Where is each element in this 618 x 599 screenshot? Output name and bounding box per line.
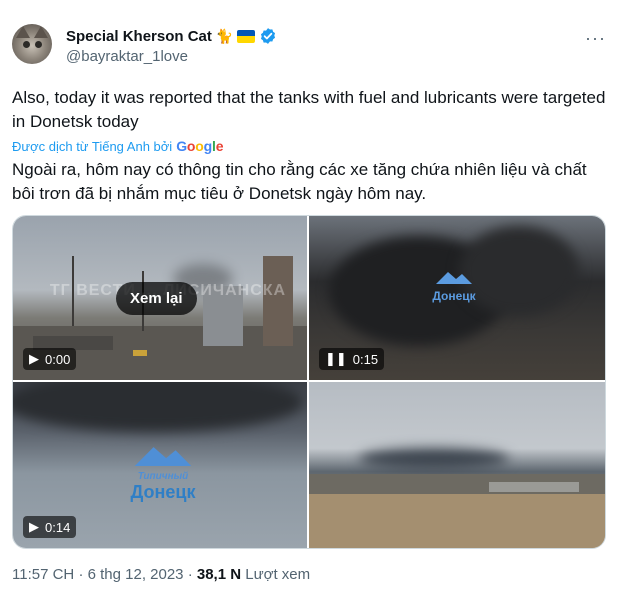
video-time: 0:00 [45,351,71,367]
video-control[interactable]: ▶ 0:14 [23,516,77,538]
tweet-text-original: Also, today it was reported that the tan… [12,88,606,131]
tweet-footer: 11:57 CH · 6 thg 12, 2023 · 38,1 N Lượt … [12,566,310,583]
avatar-eye [35,41,42,48]
views-label: Lượt xem [245,566,311,583]
tweet-text-translated: Ngoài ra, hôm nay có thông tin cho rằng … [12,160,587,203]
tweet-header: Special Kherson Cat 🐈 @bayraktar_1love ·… [12,24,606,74]
display-name[interactable]: Special Kherson Cat [66,28,212,45]
avatar[interactable] [12,24,52,64]
ukraine-flag-icon [237,29,256,43]
google-logo: Google [176,138,224,154]
video-control[interactable]: ❚❚ 0:15 [319,348,385,370]
watermark-subtext: Типичный [137,471,189,482]
views-count: 38,1 N [196,566,242,583]
media-image-4[interactable] [309,382,605,548]
replay-button[interactable]: Xem lại [116,282,197,315]
tweet-date[interactable]: 6 thg 12, 2023 [88,566,184,583]
tweet-time[interactable]: 11:57 CH [12,566,74,583]
donetsk-watermark: Донецк [419,270,489,303]
separator: · [78,566,84,583]
video-time: 0:15 [352,351,379,367]
watermark-text: Донецк [432,289,476,303]
mountain-logo-icon [436,272,472,284]
play-icon[interactable]: ▶ [29,519,39,535]
cat-emoji: 🐈 [215,27,234,44]
play-icon[interactable]: ▶ [29,351,39,367]
media-grid: ТГ ВЕСТИ ... ЛИСИЧАНСКА Xem lại ▶ 0:00 Д… [12,215,606,549]
smoke [13,382,303,432]
author-handle[interactable]: @bayraktar_1love [66,48,188,65]
avatar-eye [23,41,30,48]
donetsk-watermark: Типичный Донецк [113,444,213,503]
media-video-3[interactable]: Типичный Донецк ▶ 0:14 [13,382,307,548]
avatar-ear [16,26,30,38]
video-time: 0:14 [45,519,71,535]
avatar-ear [34,26,48,38]
media-video-1[interactable]: ТГ ВЕСТИ ... ЛИСИЧАНСКА Xem lại ▶ 0:00 [13,216,307,380]
translated-by-label[interactable]: Được dịch từ Tiếng Anh bởi [12,139,172,154]
translation-attribution[interactable]: Được dịch từ Tiếng Anh bởi Google [12,138,223,154]
media-video-2[interactable]: Донецк ❚❚ 0:15 [309,216,605,380]
more-options-icon[interactable]: ··· [585,28,606,49]
separator: · [187,566,193,583]
mountain-logo-icon [134,447,192,466]
watermark-text: Донецк [130,482,196,502]
field-scene [309,474,605,548]
pause-icon[interactable]: ❚❚ [325,351,347,367]
author-name-row[interactable]: Special Kherson Cat 🐈 [66,27,277,45]
verified-badge-icon[interactable] [259,27,277,45]
video-control[interactable]: ▶ 0:00 [23,348,77,370]
